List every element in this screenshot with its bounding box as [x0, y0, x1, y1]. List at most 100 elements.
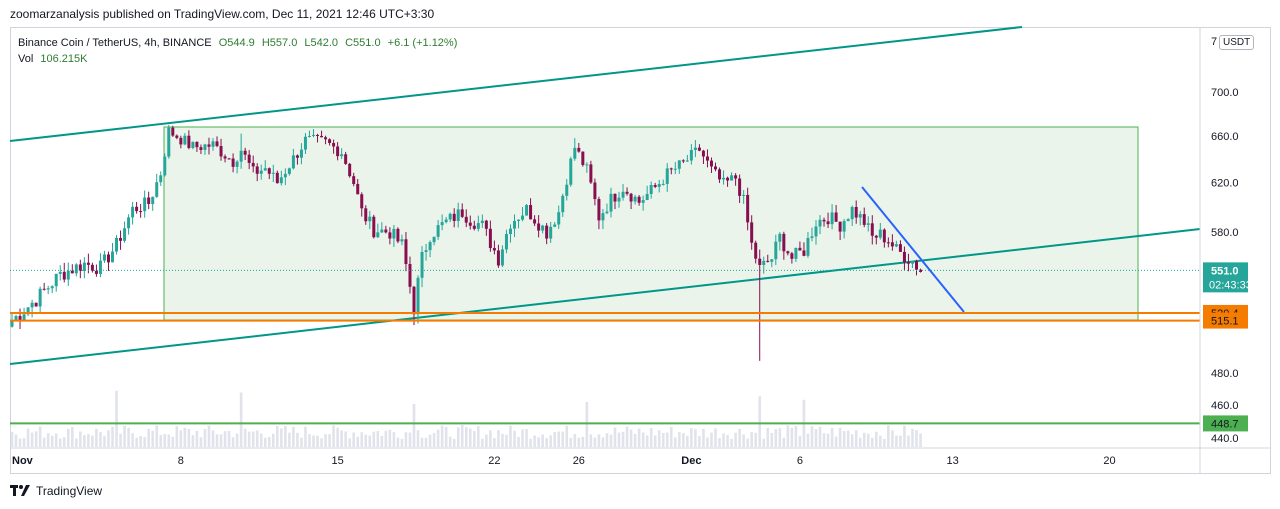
volume-bar — [895, 435, 898, 447]
candle-body — [94, 270, 98, 274]
volume-bar — [127, 427, 130, 447]
volume-bar — [903, 425, 906, 447]
volume-bar — [424, 437, 428, 447]
volume-bar — [384, 430, 388, 447]
candle-body — [10, 320, 14, 327]
candle-body — [416, 277, 420, 315]
candle-body — [54, 273, 58, 287]
volume-bar — [211, 430, 215, 447]
candle-body — [360, 194, 364, 209]
candle-body — [661, 183, 665, 185]
candle-body — [709, 160, 713, 167]
candle-body — [915, 261, 918, 270]
volume-bar — [678, 432, 681, 447]
volume-bar — [915, 430, 918, 447]
time-tick-label: 22 — [488, 455, 500, 467]
volume-bar — [866, 433, 870, 447]
candle-body — [368, 216, 372, 222]
volume-bar — [762, 438, 766, 447]
volume-bar — [199, 437, 203, 447]
candle-body — [432, 236, 436, 243]
candle-body — [577, 147, 581, 152]
volume-bar — [272, 433, 275, 447]
candle-body — [98, 260, 102, 274]
footer-brand[interactable]: TradingView — [36, 484, 102, 498]
currency-badge[interactable]: USDT — [1219, 35, 1255, 50]
candle-body — [774, 241, 778, 260]
candle-body — [609, 193, 613, 212]
volume-bar — [838, 427, 842, 447]
volume-bar — [352, 432, 355, 447]
candle-body — [906, 262, 910, 264]
candle-body — [681, 160, 685, 162]
candle-body — [175, 135, 179, 138]
volume-bar — [38, 426, 42, 447]
candle-body — [677, 160, 681, 169]
volume-bar — [854, 430, 858, 447]
time-tick-label: 8 — [178, 455, 184, 467]
volume-bar — [513, 430, 516, 447]
candle-body — [472, 225, 476, 229]
candle-body — [874, 235, 878, 238]
candle-body — [826, 221, 830, 225]
volume-bar — [485, 434, 488, 447]
volume-bar — [686, 435, 689, 447]
candle-body — [758, 258, 762, 265]
volume-bar — [159, 435, 163, 447]
volume-bar — [83, 435, 86, 447]
candle-body — [605, 211, 609, 214]
low-value: L542.0 — [304, 37, 339, 49]
time-tick-label: 20 — [1103, 455, 1115, 467]
price-chart[interactable]: 700.0 660.0 620.0 580.0 480.0 460.0 440.0 7 551.… — [0, 0, 1280, 509]
candle-body — [496, 250, 500, 266]
candle-body — [259, 170, 263, 174]
volume-bar — [750, 432, 753, 447]
candle-body — [388, 232, 392, 239]
volume-bar — [404, 432, 408, 447]
candle-body — [726, 177, 730, 181]
candle-body — [802, 250, 806, 256]
candle-body — [830, 212, 834, 225]
volume-bar — [891, 430, 894, 447]
volume-bar — [657, 430, 661, 447]
candle-body — [460, 209, 464, 217]
volume-bar — [481, 438, 484, 447]
volume-bar — [613, 427, 617, 447]
volume-bar — [103, 435, 106, 447]
candle-body — [533, 219, 537, 224]
candle-body — [734, 175, 738, 179]
volume-bar — [50, 435, 54, 447]
volume-bar — [698, 436, 701, 447]
tradingview-logo-icon[interactable] — [10, 485, 30, 497]
candle-body — [585, 164, 589, 166]
volume-bar — [830, 427, 834, 447]
volume-bar — [34, 431, 38, 447]
volume-bar — [139, 436, 142, 447]
candle-body — [513, 220, 516, 229]
time-tick-label: Nov — [12, 455, 34, 467]
candle-body — [299, 149, 303, 158]
candle-body — [814, 226, 818, 237]
candle-body — [834, 212, 838, 222]
volume-bar — [380, 435, 384, 447]
candle-body — [239, 150, 243, 162]
candle-body — [581, 151, 585, 165]
candle-body — [139, 211, 143, 213]
volume-bar — [107, 430, 110, 447]
candle-body — [291, 155, 295, 169]
candle-body — [203, 144, 207, 150]
volume-bar — [360, 432, 364, 447]
volume-bar — [416, 430, 420, 447]
candle-body — [846, 219, 850, 222]
candle-body — [82, 262, 86, 271]
candle-body — [163, 156, 167, 176]
candle-body — [227, 158, 231, 160]
volume-bar — [806, 433, 810, 447]
volume-bar — [682, 433, 685, 447]
volume-bar — [235, 433, 239, 447]
high-value: H557.0 — [261, 37, 298, 49]
volume-bar — [870, 437, 874, 447]
volume-bar — [187, 429, 191, 447]
candle-body — [786, 251, 790, 254]
volume-bar — [392, 432, 396, 447]
